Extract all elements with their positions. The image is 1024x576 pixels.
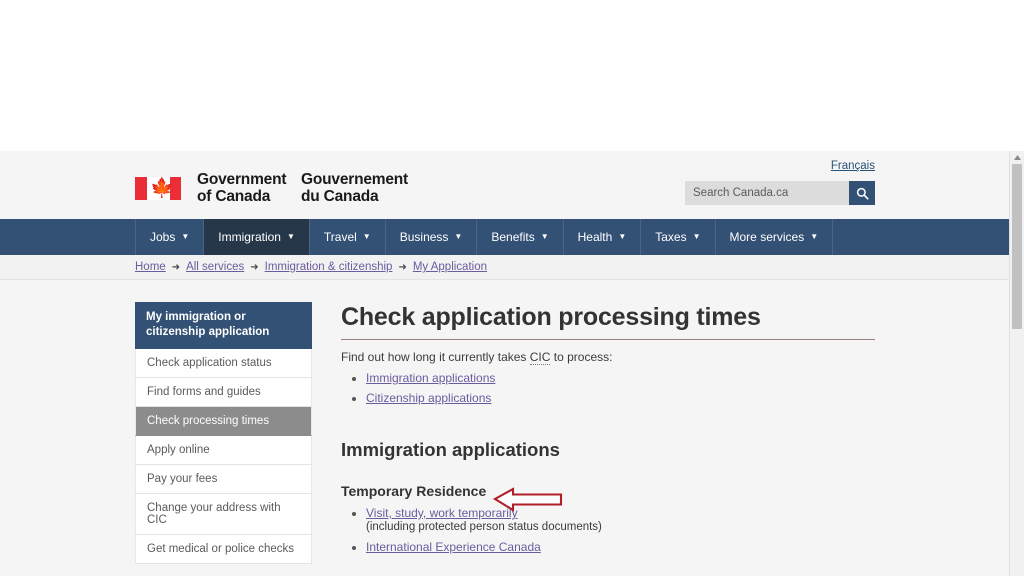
government-of-canada-wordmark[interactable]: 🍁 Government of Canada Gouvernement du C… [135, 171, 408, 205]
list-item: Immigration applications [366, 371, 875, 385]
wordmark-english: Government of Canada [197, 171, 301, 205]
breadcrumb-link-my-application[interactable]: My Application [413, 261, 487, 273]
wordmark-fr-line1: Gouvernement [301, 171, 408, 188]
nav-item-taxes[interactable]: Taxes ▼ [641, 219, 716, 255]
breadcrumb-link-all-services[interactable]: All services [186, 261, 244, 273]
scrollbar-thumb[interactable] [1012, 164, 1022, 329]
link-international-experience-canada[interactable]: International Experience Canada [366, 540, 541, 554]
nav-item-label: Immigration [218, 230, 281, 244]
list-item: International Experience Canada [366, 540, 875, 554]
wordmark-french: Gouvernement du Canada [301, 171, 408, 205]
list-item: Citizenship applications [366, 391, 875, 405]
main-content: Check application processing times Find … [312, 302, 875, 576]
title-divider [341, 339, 875, 340]
main-navigation-list: Jobs ▼ Immigration ▼ Travel ▼ Business ▼ Benefit… [135, 219, 875, 255]
chevron-down-icon: ▼ [286, 232, 295, 241]
chevron-down-icon: ▼ [540, 232, 549, 241]
breadcrumb-link-immigration-citizenship[interactable]: Immigration & citizenship [265, 261, 393, 273]
breadcrumb-bar: Home ➜ All services ➜ Immigration & citizens… [0, 255, 1010, 280]
nav-item-immigration[interactable]: Immigration ▼ [204, 219, 310, 255]
nav-item-label: More services [729, 230, 805, 244]
site-search [685, 181, 875, 205]
sidebar-item-check-processing-times[interactable]: Check processing times [135, 407, 312, 436]
nav-item-more-services[interactable]: More services ▼ [716, 219, 834, 255]
page-title: Check application processing times [341, 303, 761, 331]
nav-item-benefits[interactable]: Benefits ▼ [477, 219, 564, 255]
link-immigration-applications[interactable]: Immigration applications [366, 371, 495, 385]
search-icon [856, 187, 869, 200]
sidebar-item-find-forms-and-guides[interactable]: Find forms and guides [135, 378, 312, 407]
site-header: Français 🍁 Government of Canada Gouverne… [0, 151, 1010, 219]
wordmark-fr-line2: du Canada [301, 188, 379, 205]
sidebar-item-change-your-address-with-cic[interactable]: Change your address with CIC [135, 494, 312, 535]
scroll-up-button[interactable] [1010, 151, 1024, 164]
intro-text-after: to process: [550, 350, 613, 364]
scroll-up-arrow-icon [1013, 155, 1021, 160]
intro-text-before: Find out how long it currently takes [341, 350, 530, 364]
nav-item-label: Taxes [655, 230, 687, 244]
section-heading-immigration: Immigration applications [341, 439, 560, 460]
sidebar-menu: Check application status Find forms and g… [135, 349, 312, 564]
breadcrumb-link-home[interactable]: Home [135, 261, 166, 273]
breadcrumb-separator-icon: ➜ [171, 261, 181, 273]
nav-item-label: Health [577, 230, 613, 244]
intro-paragraph: Find out how long it currently takes CIC… [341, 350, 875, 365]
temporary-residence-link-list: Visit, study, work temporarily (includin… [341, 506, 875, 554]
sidebar-item-get-medical-or-police-checks[interactable]: Get medical or police checks [135, 535, 312, 564]
sidebar-item-pay-your-fees[interactable]: Pay your fees [135, 465, 312, 494]
nav-item-jobs[interactable]: Jobs ▼ [135, 219, 205, 255]
intro-link-list: Immigration applications Citizenship appl… [341, 371, 875, 405]
sidebar-item-check-application-status[interactable]: Check application status [135, 349, 312, 378]
search-input[interactable] [685, 181, 849, 205]
sidebar-item-apply-online[interactable]: Apply online [135, 436, 312, 465]
breadcrumb-separator-icon: ➜ [398, 261, 407, 273]
list-item: Visit, study, work temporarily (includin… [366, 506, 875, 534]
link-visit-study-work-temporarily[interactable]: Visit, study, work temporarily [366, 506, 518, 520]
chevron-down-icon: ▼ [454, 232, 463, 241]
chevron-down-icon: ▼ [181, 232, 190, 241]
sidebar-heading: My immigration or citizenship applicatio… [135, 302, 312, 349]
wordmark-en-line1: Government [197, 171, 287, 188]
chevron-down-icon: ▼ [618, 232, 627, 241]
chevron-down-icon: ▼ [692, 232, 701, 241]
breadcrumb: Home ➜ All services ➜ Immigration & citizens… [135, 255, 875, 279]
canada-flag-icon: 🍁 [135, 176, 181, 200]
cic-abbreviation: CIC [529, 350, 551, 365]
nav-item-business[interactable]: Business ▼ [386, 219, 478, 255]
nav-item-label: Benefits [491, 230, 535, 244]
breadcrumb-separator-icon: ➜ [250, 261, 259, 273]
nav-item-label: Business [399, 230, 449, 244]
link-citizenship-applications[interactable]: Citizenship applications [366, 391, 491, 405]
nav-item-label: Travel [323, 230, 357, 244]
search-button[interactable] [849, 181, 875, 205]
nav-item-travel[interactable]: Travel ▼ [310, 219, 386, 255]
nav-item-health[interactable]: Health ▼ [564, 219, 642, 255]
page-content: Français 🍁 Government of Canada Gouverne… [0, 151, 1010, 576]
language-toggle-link[interactable]: Français [831, 160, 875, 172]
vertical-scrollbar[interactable] [1009, 151, 1024, 576]
wordmark-en-line2: of Canada [197, 188, 271, 205]
sidebar: My immigration or citizenship applicatio… [135, 302, 312, 576]
nav-item-label: Jobs [150, 230, 176, 244]
chevron-down-icon: ▼ [362, 232, 371, 241]
note-protected-person-status: (including protected person status docum… [366, 521, 602, 533]
chevron-down-icon: ▼ [810, 232, 819, 241]
browser-viewport: Français 🍁 Government of Canada Gouverne… [0, 151, 1024, 576]
language-toggle-row: Français [831, 156, 875, 174]
page-body: My immigration or citizenship applicatio… [135, 280, 875, 576]
main-navigation: Jobs ▼ Immigration ▼ Travel ▼ Business ▼ Benefit… [0, 219, 1010, 255]
subsection-heading-temporary-residence: Temporary Residence [341, 483, 487, 499]
